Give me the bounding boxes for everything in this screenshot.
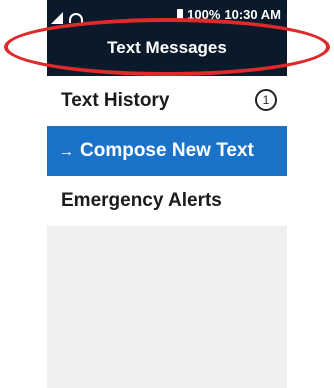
- status-time: 10:30 AM: [224, 6, 281, 22]
- empty-list-area: [47, 226, 287, 388]
- phone-screen: 100% 10:30 AM Text Messages Text History…: [47, 0, 287, 388]
- status-right: 100% 10:30 AM: [177, 6, 281, 22]
- menu-item-label: Emergency Alerts: [61, 190, 222, 211]
- battery-percent: 100%: [187, 6, 221, 22]
- status-left-icons: [51, 10, 99, 26]
- menu-item-label: Text History: [61, 90, 170, 111]
- menu-item-text-history[interactable]: Text History 1: [47, 76, 287, 126]
- menu-item-label: Compose New Text: [80, 140, 254, 161]
- menu-item-compose-new-text[interactable]: → Compose New Text: [47, 126, 287, 176]
- battery-icon: [177, 9, 184, 19]
- status-bar: 100% 10:30 AM: [47, 0, 287, 30]
- app-header: 100% 10:30 AM Text Messages: [47, 0, 287, 76]
- screenshot-stage: 100% 10:30 AM Text Messages Text History…: [0, 0, 334, 388]
- arrow-right-icon: →: [59, 142, 74, 160]
- signal-icon: [51, 12, 63, 24]
- wifi-icon: [69, 13, 83, 23]
- menu-item-emergency-alerts[interactable]: Emergency Alerts: [47, 176, 287, 226]
- unread-count-badge: 1: [255, 89, 277, 111]
- page-title: Text Messages: [107, 38, 227, 57]
